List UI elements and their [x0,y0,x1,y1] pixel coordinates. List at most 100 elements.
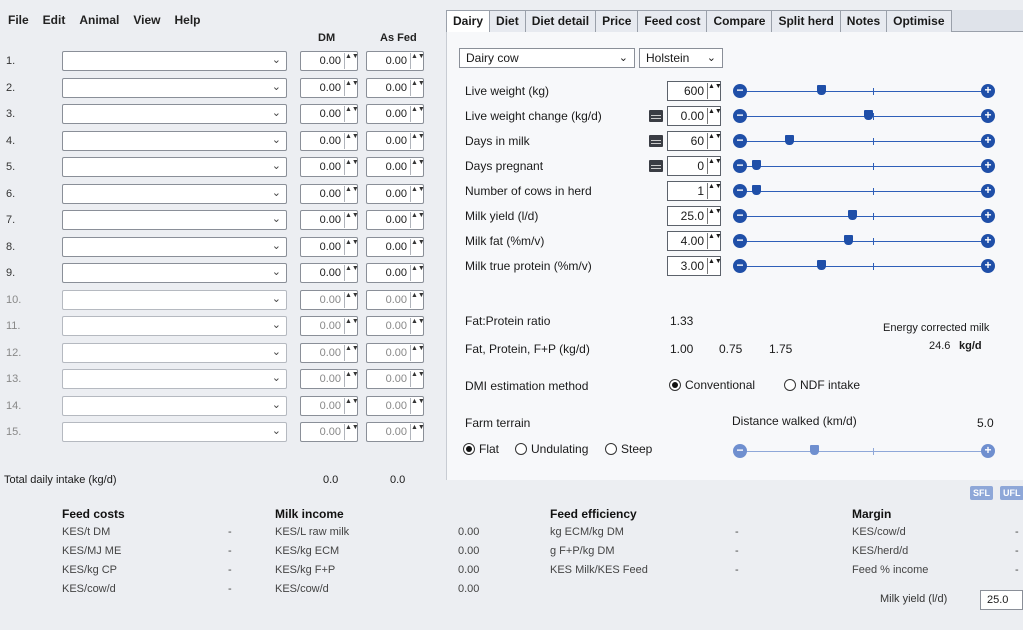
feed-select-dropdown[interactable]: ⌄ [62,130,287,151]
plus-icon[interactable]: + [981,159,995,173]
asfed-spinner[interactable]: 0.00 ▲▼ [366,104,425,124]
slider-thumb[interactable] [848,210,858,220]
dmi-conventional-radio[interactable]: Conventional [669,378,755,392]
tab-notes[interactable]: Notes [839,10,888,32]
spin-arrows-icon[interactable]: ▲▼ [344,344,359,361]
feed-select-dropdown[interactable]: ⌄ [62,422,287,442]
plus-icon[interactable]: + [981,84,995,98]
summary-milk-yield-spinner[interactable]: 25.0 [980,590,1023,610]
param-spinner[interactable]: 1 ▲▼ [667,181,722,201]
feed-select-dropdown[interactable]: ⌄ [62,395,287,416]
calculator-icon[interactable] [649,110,663,122]
feed-select-dropdown[interactable]: ⌄ [62,51,287,71]
plus-icon[interactable]: + [981,134,995,148]
dm-spinner[interactable]: 0.00 ▲▼ [300,369,359,389]
spin-arrows-icon[interactable]: ▲▼ [344,265,359,281]
spin-arrows-icon[interactable]: ▲▼ [410,265,425,281]
spin-arrows-icon[interactable]: ▲▼ [707,258,722,274]
asfed-spinner[interactable]: 0.00 ▲▼ [366,157,425,177]
asfed-spinner[interactable]: 0.00 ▲▼ [366,395,425,416]
tab-compare[interactable]: Compare [706,10,773,32]
param-spinner[interactable]: 25.0 ▲▼ [667,206,722,226]
slider-thumb[interactable] [816,260,826,270]
spin-arrows-icon[interactable]: ▲▼ [410,106,425,122]
plus-icon[interactable]: + [981,184,995,198]
dmi-ndf-radio[interactable]: NDF intake [784,378,860,392]
feed-select-dropdown[interactable]: ⌄ [62,263,287,283]
dm-spinner[interactable]: 0.00 ▲▼ [300,263,359,283]
param-slider[interactable]: − + [733,182,995,200]
spin-arrows-icon[interactable]: ▲▼ [707,108,722,124]
tab-feed-cost[interactable]: Feed cost [637,10,708,32]
feed-select-dropdown[interactable]: ⌄ [62,369,287,389]
dm-spinner[interactable]: 0.00 ▲▼ [300,316,359,336]
spin-arrows-icon[interactable]: ▲▼ [410,238,425,255]
spin-arrows-icon[interactable]: ▲▼ [707,183,722,199]
dm-spinner[interactable]: 0.00 ▲▼ [300,342,359,363]
plus-icon[interactable]: + [981,234,995,248]
slider-thumb[interactable] [843,235,853,245]
calculator-icon[interactable] [649,160,663,172]
spin-arrows-icon[interactable]: ▲▼ [344,397,359,414]
asfed-spinner[interactable]: 0.00 ▲▼ [366,183,425,204]
tab-optimise[interactable]: Optimise [886,10,952,32]
spin-arrows-icon[interactable]: ▲▼ [410,53,425,69]
minus-icon[interactable]: − [733,184,747,198]
plus-icon[interactable]: + [981,109,995,123]
dm-spinner[interactable]: 0.00 ▲▼ [300,236,359,257]
param-slider[interactable]: − + [733,107,995,125]
slider-thumb[interactable] [751,160,761,170]
feed-select-dropdown[interactable]: ⌄ [62,289,287,310]
minus-icon[interactable]: − [733,234,747,248]
spin-arrows-icon[interactable]: ▲▼ [344,53,359,69]
calculator-icon[interactable] [649,135,663,147]
param-spinner[interactable]: 3.00 ▲▼ [667,256,722,276]
param-slider[interactable]: − + [733,207,995,225]
feed-select-dropdown[interactable]: ⌄ [62,157,287,177]
menu-file[interactable]: File [8,13,29,27]
dm-spinner[interactable]: 0.00 ▲▼ [300,422,359,442]
spin-arrows-icon[interactable]: ▲▼ [344,424,359,440]
param-spinner[interactable]: 0.00 ▲▼ [667,106,722,126]
spin-arrows-icon[interactable]: ▲▼ [344,132,359,149]
slider-thumb[interactable] [751,185,761,195]
distance-walked-slider[interactable]: − + [733,442,995,460]
spin-arrows-icon[interactable]: ▲▼ [344,212,359,228]
dm-spinner[interactable]: 0.00 ▲▼ [300,157,359,177]
tab-split-herd[interactable]: Split herd [771,10,841,32]
asfed-spinner[interactable]: 0.00 ▲▼ [366,422,425,442]
menu-animal[interactable]: Animal [79,13,119,27]
spin-arrows-icon[interactable]: ▲▼ [410,291,425,308]
param-spinner[interactable]: 60 ▲▼ [667,131,722,151]
spin-arrows-icon[interactable]: ▲▼ [344,238,359,255]
tab-dairy[interactable]: Dairy [446,10,491,32]
asfed-spinner[interactable]: 0.00 ▲▼ [366,51,425,71]
spin-arrows-icon[interactable]: ▲▼ [410,424,425,440]
spin-arrows-icon[interactable]: ▲▼ [707,208,722,224]
minus-icon[interactable]: − [733,159,747,173]
minus-icon[interactable]: − [733,209,747,223]
spin-arrows-icon[interactable]: ▲▼ [344,185,359,202]
param-slider[interactable]: − + [733,82,995,100]
breed-dropdown[interactable]: Holstein ⌄ [639,48,723,68]
slider-thumb[interactable] [816,85,826,95]
spin-arrows-icon[interactable]: ▲▼ [344,291,359,308]
spin-arrows-icon[interactable]: ▲▼ [344,318,359,334]
plus-icon[interactable]: + [981,444,995,458]
asfed-spinner[interactable]: 0.00 ▲▼ [366,289,425,310]
minus-icon[interactable]: − [733,444,747,458]
feed-select-dropdown[interactable]: ⌄ [62,342,287,363]
spin-arrows-icon[interactable]: ▲▼ [410,318,425,334]
spin-arrows-icon[interactable]: ▲▼ [344,106,359,122]
spin-arrows-icon[interactable]: ▲▼ [344,371,359,387]
param-slider[interactable]: − + [733,157,995,175]
feed-select-dropdown[interactable]: ⌄ [62,210,287,230]
plus-icon[interactable]: + [981,259,995,273]
minus-icon[interactable]: − [733,84,747,98]
plus-icon[interactable]: + [981,209,995,223]
asfed-spinner[interactable]: 0.00 ▲▼ [366,130,425,151]
asfed-spinner[interactable]: 0.00 ▲▼ [366,316,425,336]
dm-spinner[interactable]: 0.00 ▲▼ [300,104,359,124]
feed-select-dropdown[interactable]: ⌄ [62,316,287,336]
param-spinner[interactable]: 0 ▲▼ [667,156,722,176]
